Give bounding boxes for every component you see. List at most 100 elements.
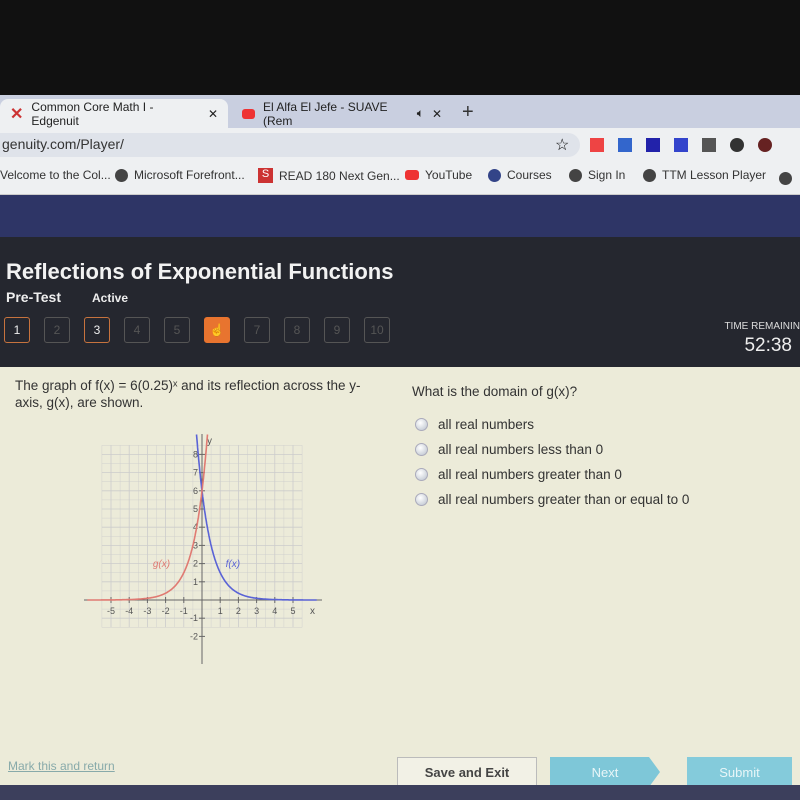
- bookmark[interactable]: Microsoft Forefront...: [115, 168, 245, 182]
- answer-option[interactable]: all real numbers: [415, 417, 534, 432]
- question-nav-6-hand-cursor[interactable]: ☝: [204, 317, 230, 343]
- bookmarks-bar: Velcome to the Col... Microsoft Forefron…: [0, 162, 800, 195]
- radio-button[interactable]: [415, 493, 428, 506]
- answer-option[interactable]: all real numbers less than 0: [415, 442, 603, 457]
- star-icon[interactable]: ☆: [555, 135, 569, 155]
- question-nav-5[interactable]: 5: [164, 317, 190, 343]
- page-title: Reflections of Exponential Functions: [6, 259, 394, 284]
- audio-icon[interactable]: 🔈︎: [417, 106, 424, 121]
- question-nav-10[interactable]: 10: [364, 317, 390, 343]
- x-tick-label: 1: [218, 606, 223, 616]
- youtube-icon: [405, 170, 419, 180]
- radio-button[interactable]: [415, 418, 428, 431]
- save-and-exit-button[interactable]: Save and Exit: [397, 757, 537, 787]
- bookmark[interactable]: Sign In: [569, 168, 625, 182]
- option-label: all real numbers less than 0: [438, 442, 604, 457]
- x-tick-label: -1: [180, 606, 188, 616]
- bookmark-label: READ 180 Next Gen...: [279, 168, 400, 183]
- question-nav-4[interactable]: 4: [124, 317, 150, 343]
- y-tick-label: 2: [193, 559, 198, 569]
- option-label: all real numbers greater than 0: [438, 467, 622, 482]
- x-tick-label: -5: [107, 606, 115, 616]
- y-tick-label: -2: [190, 631, 198, 641]
- question-panel: The graph of f(x) = 6(0.25)ˣ and its ref…: [0, 367, 800, 787]
- question-prompt: What is the domain of g(x)?: [412, 384, 578, 399]
- extension-icon[interactable]: [646, 138, 660, 152]
- answer-option[interactable]: all real numbers greater than or equal t…: [415, 492, 689, 507]
- f-label: f(x): [226, 559, 240, 570]
- question-text: The graph of f(x) = 6(0.25)ˣ and its ref…: [15, 378, 361, 410]
- globe-icon: [569, 168, 582, 182]
- question-nav-3[interactable]: 3: [84, 317, 110, 343]
- y-tick-label: 5: [193, 504, 198, 514]
- tab-title: El Alfa El Jefe - SUAVE (Rem: [262, 99, 388, 128]
- g-label: g(x): [153, 559, 170, 570]
- next-button[interactable]: Next: [550, 757, 660, 787]
- y-tick-label: 6: [193, 486, 198, 496]
- x-axis-label: x: [310, 606, 315, 617]
- bookmark[interactable]: TTM Lesson Player: [643, 168, 766, 182]
- tab-bar: ✕ Common Core Math I - Edgenuit ✕ El Alf…: [0, 95, 800, 128]
- radio-button[interactable]: [415, 468, 428, 481]
- bookmark-label: TTM Lesson Player: [662, 168, 767, 182]
- close-icon[interactable]: ✕: [208, 107, 218, 121]
- answer-option[interactable]: all real numbers greater than 0: [415, 467, 622, 482]
- bookmark[interactable]: Courses: [488, 168, 552, 182]
- x-tick-label: 5: [290, 606, 295, 616]
- extension-icon[interactable]: [618, 138, 632, 152]
- status-badge: Active: [92, 291, 129, 305]
- bottom-bar: [0, 785, 800, 800]
- youtube-icon: [242, 108, 255, 119]
- bookmark[interactable]: S READ 180 Next Gen...: [258, 168, 400, 183]
- globe-icon: [115, 168, 128, 182]
- timer: 52:38: [744, 335, 792, 356]
- bookmark[interactable]: YouTube: [405, 168, 472, 182]
- question-nav-2[interactable]: 2: [44, 317, 70, 343]
- tab-title: Common Core Math I - Edgenuit: [31, 99, 154, 128]
- globe-icon[interactable]: [779, 172, 792, 185]
- schoology-icon: [488, 168, 501, 182]
- tab-youtube[interactable]: El Alfa El Jefe - SUAVE (Rem 🔈︎ ✕: [232, 99, 452, 128]
- x-tick-label: 3: [254, 606, 259, 616]
- mark-and-return-link[interactable]: Mark this and return: [8, 759, 115, 773]
- extension-icons[interactable]: [590, 138, 772, 152]
- activity-header: Reflections of Exponential Functions Pre…: [0, 237, 800, 367]
- y-tick-label: 1: [193, 577, 198, 587]
- question-nav-8[interactable]: 8: [284, 317, 310, 343]
- question-nav-1[interactable]: 1: [4, 317, 30, 343]
- url-input[interactable]: genuity.com/Player/: [0, 133, 580, 157]
- extension-icon[interactable]: [674, 138, 688, 152]
- bookmark-label: YouTube: [425, 168, 473, 182]
- y-tick-label: -1: [190, 613, 198, 623]
- site-header-strip: [0, 195, 800, 237]
- bookmark-label: Velcome to the Col...: [0, 168, 111, 182]
- new-tab-icon[interactable]: +: [462, 101, 474, 124]
- submit-button[interactable]: Submit: [687, 757, 792, 787]
- address-bar-area: genuity.com/Player/ ☆: [0, 128, 800, 162]
- globe-icon: [643, 168, 656, 182]
- x-tick-label: -3: [143, 606, 151, 616]
- bookmark-label: Courses: [507, 168, 552, 182]
- extension-icon[interactable]: [730, 138, 744, 152]
- tab-edgenuity[interactable]: ✕ Common Core Math I - Edgenuit ✕: [0, 99, 228, 128]
- extension-icon[interactable]: [590, 138, 604, 152]
- scholastic-icon: S: [258, 168, 273, 183]
- close-icon[interactable]: ✕: [432, 107, 442, 121]
- option-label: all real numbers greater than or equal t…: [438, 492, 690, 507]
- radio-button[interactable]: [415, 443, 428, 456]
- bookmark-label: Microsoft Forefront...: [134, 168, 245, 182]
- extension-icon[interactable]: [702, 138, 716, 152]
- bookmark-label: Sign In: [588, 168, 626, 182]
- question-nav-7[interactable]: 7: [244, 317, 270, 343]
- profile-icon[interactable]: [758, 138, 772, 152]
- x-tick-label: -2: [162, 606, 170, 616]
- x-tick-label: -4: [125, 606, 133, 616]
- graph: -5 -4 -3 -2 -1 1 2 3 4 5-2-112345678xyf(x)g(x): [84, 434, 322, 664]
- activity-type: Pre-Test: [6, 289, 61, 305]
- bookmark[interactable]: Velcome to the Col...: [0, 168, 111, 182]
- edgenuity-x-icon: ✕: [10, 105, 24, 123]
- time-remaining-label: TIME REMAININ: [724, 321, 800, 332]
- question-nav-9[interactable]: 9: [324, 317, 350, 343]
- x-tick-label: 4: [272, 606, 277, 616]
- option-label: all real numbers: [438, 417, 535, 432]
